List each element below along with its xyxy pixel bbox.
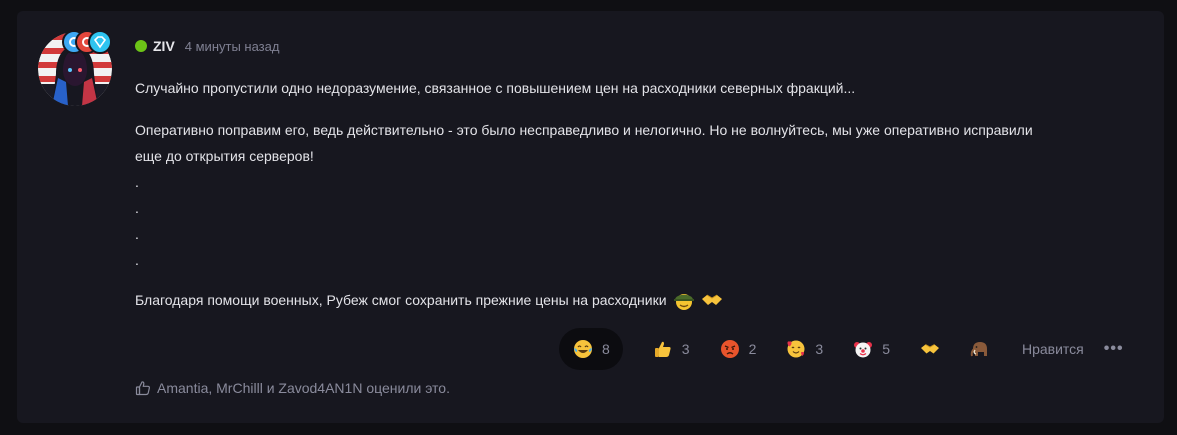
author-name[interactable]: ZIV (153, 38, 175, 54)
dot-line: . (135, 200, 139, 216)
paragraph-2-line-1: Оперативно поправим его, ведь действител… (135, 122, 1033, 138)
reaction-count: 3 (681, 341, 690, 357)
mammoth-icon (970, 339, 990, 359)
like-button[interactable]: Нравится (1022, 341, 1084, 357)
comment-card: ZIV 4 минуты назад Случайно пропустили о… (17, 11, 1164, 423)
paragraph-1: Случайно пропустили одно недоразумение, … (135, 80, 856, 96)
paragraph-3-text: Благодаря помощи военных, Рубеж смог сох… (135, 292, 667, 308)
military-helmet-icon (673, 289, 695, 311)
reaction-smiling-hearts[interactable]: 3 (786, 328, 823, 370)
liked-by-summary: Amantia, MrChilll и Zavod4AN1N оценили э… (135, 380, 450, 396)
reaction-count: 5 (882, 341, 890, 357)
online-status-icon (135, 40, 147, 52)
tears-of-joy-icon (573, 339, 593, 359)
dot-line: . (135, 174, 139, 190)
comment-body: Случайно пропустили одно недоразумение, … (135, 75, 1145, 313)
comment-header: ZIV 4 минуты назад (135, 38, 279, 54)
handshake-icon (920, 339, 940, 359)
diamond-badge-icon[interactable] (88, 30, 112, 54)
reaction-angry[interactable]: 2 (720, 328, 757, 370)
dot-line: . (135, 252, 139, 268)
reaction-mammoth[interactable] (970, 328, 990, 370)
clown-face-icon (853, 339, 873, 359)
thumbs-up-outline-icon (135, 380, 151, 396)
angry-face-icon (720, 339, 740, 359)
paragraph-3: Благодаря помощи военных, Рубеж смог сох… (135, 287, 1145, 313)
more-options-button[interactable]: ••• (1104, 340, 1124, 358)
thumbs-up-icon (653, 339, 673, 359)
reaction-clown[interactable]: 5 (853, 328, 890, 370)
liked-by-text[interactable]: Amantia, MrChilll и Zavod4AN1N оценили э… (157, 380, 450, 396)
handshake-icon (701, 289, 723, 311)
reaction-tears-of-joy[interactable]: 8 (559, 328, 623, 370)
reaction-count: 2 (748, 341, 757, 357)
reaction-count: 8 (602, 341, 610, 357)
paragraph-2-line-2: еще до открытия серверов! (135, 148, 314, 164)
reaction-count: 3 (815, 341, 824, 357)
smiling-hearts-icon (786, 339, 806, 359)
dot-line: . (135, 226, 139, 242)
reaction-thumbs-up[interactable]: 3 (653, 328, 690, 370)
reaction-bar: 8 3 2 3 5 Нравится ••• (559, 328, 1124, 370)
post-time[interactable]: 4 минуты назад (185, 39, 280, 54)
reaction-handshake[interactable] (920, 328, 940, 370)
avatar-container (38, 30, 112, 106)
